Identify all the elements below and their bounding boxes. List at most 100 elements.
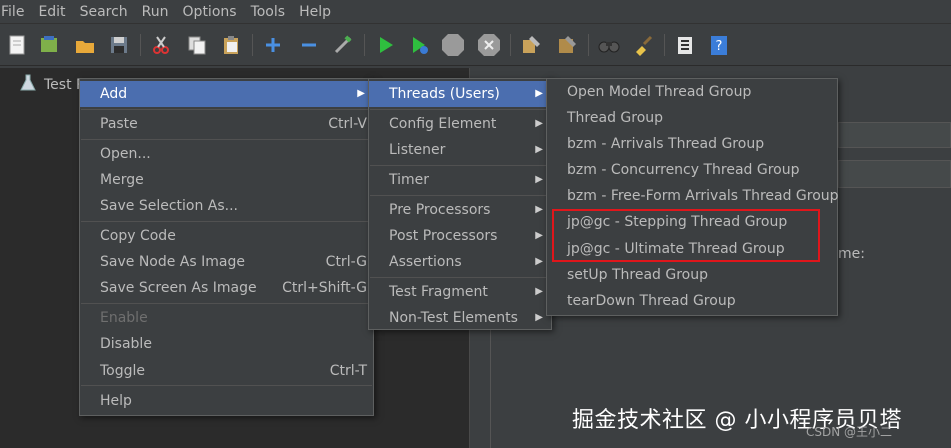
- menu-item-pre-processors[interactable]: Pre Processors ▶: [369, 197, 551, 223]
- menu-item-label: Config Element: [389, 116, 497, 132]
- menu-item-disable[interactable]: Disable: [80, 331, 373, 357]
- menu-item-label: Copy Code: [100, 228, 176, 244]
- menu-item-label: Paste: [100, 116, 138, 132]
- menu-item-label: Pre Processors: [389, 202, 491, 218]
- paste-icon[interactable]: [218, 32, 244, 58]
- menu-tools[interactable]: Tools: [244, 0, 293, 24]
- menu-item-enable: Enable: [80, 305, 373, 331]
- menu-search[interactable]: Search: [73, 0, 135, 24]
- search-binoculars-icon[interactable]: [596, 32, 622, 58]
- templates-icon[interactable]: [36, 32, 62, 58]
- help-icon[interactable]: ?: [706, 32, 732, 58]
- submenu-arrow-icon: ▶: [535, 174, 543, 185]
- menu-item-threads-users[interactable]: Threads (Users) ▶: [369, 81, 551, 107]
- menu-item-label: Test Fragment: [389, 284, 488, 300]
- menu-item-merge[interactable]: Merge: [80, 167, 373, 193]
- clear-icon[interactable]: [518, 32, 544, 58]
- menu-item-thread-group[interactable]: Thread Group: [547, 105, 837, 131]
- clear-all-icon[interactable]: [554, 32, 580, 58]
- menu-item-timer[interactable]: Timer ▶: [369, 167, 551, 193]
- menu-item-label: Save Node As Image: [100, 254, 245, 270]
- annotation-highlight-box: [552, 209, 820, 262]
- menu-item-teardown-thread-group[interactable]: tearDown Thread Group: [547, 288, 837, 314]
- submenu-arrow-icon: ▶: [357, 88, 365, 99]
- svg-text:?: ?: [716, 39, 723, 54]
- menu-item-assertions[interactable]: Assertions ▶: [369, 249, 551, 275]
- copy-icon[interactable]: [184, 32, 210, 58]
- menu-item-label: Post Processors: [389, 228, 498, 244]
- menu-item-bzm-arrivals[interactable]: bzm - Arrivals Thread Group: [547, 131, 837, 157]
- stop-icon[interactable]: [440, 32, 466, 58]
- menu-item-setup-thread-group[interactable]: setUp Thread Group: [547, 262, 837, 288]
- menu-item-open[interactable]: Open...: [80, 141, 373, 167]
- add-submenu: Threads (Users) ▶ Config Element ▶ Liste…: [368, 78, 552, 330]
- menu-item-label: bzm - Concurrency Thread Group: [567, 162, 800, 178]
- menu-item-open-model-thread-group[interactable]: Open Model Thread Group: [547, 79, 837, 105]
- menu-item-label: Enable: [100, 310, 148, 326]
- cut-icon[interactable]: [148, 32, 174, 58]
- menu-item-config-element[interactable]: Config Element ▶: [369, 111, 551, 137]
- reset-search-icon[interactable]: [630, 32, 656, 58]
- menu-options[interactable]: Options: [176, 0, 244, 24]
- expand-icon[interactable]: [260, 32, 286, 58]
- editor-label: me:: [838, 246, 865, 262]
- menu-item-add[interactable]: Add ▶: [80, 81, 373, 107]
- menu-item-label: setUp Thread Group: [567, 267, 709, 283]
- accelerator: Ctrl-V: [328, 116, 367, 132]
- shutdown-icon[interactable]: [476, 32, 502, 58]
- menu-help[interactable]: Help: [292, 0, 338, 24]
- menu-edit[interactable]: Edit: [31, 0, 72, 24]
- menu-item-label: Open Model Thread Group: [567, 84, 752, 100]
- submenu-arrow-icon: ▶: [535, 204, 543, 215]
- menu-item-label: Timer: [389, 172, 430, 188]
- menu-item-label: Non-Test Elements: [389, 310, 518, 326]
- start-icon[interactable]: [372, 32, 398, 58]
- menu-item-listener[interactable]: Listener ▶: [369, 137, 551, 163]
- editor-field[interactable]: [838, 122, 951, 148]
- menu-run[interactable]: Run: [135, 0, 176, 24]
- menu-item-label: Open...: [100, 146, 151, 162]
- start-no-pauses-icon[interactable]: [406, 32, 432, 58]
- menu-item-label: Add: [100, 86, 128, 102]
- editor-field[interactable]: [838, 160, 951, 188]
- accelerator: Ctrl-G: [325, 254, 367, 270]
- watermark-subtext: CSDN @王小二: [806, 425, 893, 439]
- menu-item-post-processors[interactable]: Post Processors ▶: [369, 223, 551, 249]
- flask-icon: [20, 74, 36, 96]
- menu-file[interactable]: File: [0, 0, 31, 24]
- menu-bar: File Edit Search Run Options Tools Help: [0, 0, 951, 24]
- menu-item-bzm-free-form[interactable]: bzm - Free-Form Arrivals Thread Group: [547, 183, 839, 209]
- menu-item-label: Help: [100, 393, 132, 409]
- open-folder-icon[interactable]: [72, 32, 98, 58]
- accelerator: Ctrl-T: [329, 363, 367, 379]
- menu-item-save-node-image[interactable]: Save Node As Image Ctrl-G: [80, 249, 373, 275]
- submenu-arrow-icon: ▶: [535, 256, 543, 267]
- menu-item-label: Save Screen As Image: [100, 280, 257, 296]
- menu-item-bzm-concurrency[interactable]: bzm - Concurrency Thread Group: [547, 157, 837, 183]
- toolbar: ?: [0, 26, 951, 66]
- save-icon[interactable]: [106, 32, 132, 58]
- submenu-arrow-icon: ▶: [535, 118, 543, 129]
- menu-item-save-screen-image[interactable]: Save Screen As Image Ctrl+Shift-G: [80, 275, 373, 301]
- menu-item-paste[interactable]: Paste Ctrl-V: [80, 111, 373, 137]
- menu-item-copy-code[interactable]: Copy Code: [80, 223, 373, 249]
- menu-item-label: Disable: [100, 336, 152, 352]
- menu-item-label: Listener: [389, 142, 446, 158]
- menu-item-label: tearDown Thread Group: [567, 293, 736, 309]
- menu-item-label: Merge: [100, 172, 144, 188]
- menu-item-save-selection[interactable]: Save Selection As...: [80, 193, 373, 219]
- menu-item-test-fragment[interactable]: Test Fragment ▶: [369, 279, 551, 305]
- menu-item-help[interactable]: Help: [80, 388, 373, 414]
- menu-item-label: Threads (Users): [389, 86, 500, 102]
- new-file-icon[interactable]: [4, 32, 30, 58]
- accelerator: Ctrl+Shift-G: [282, 280, 367, 296]
- function-helper-icon[interactable]: [672, 32, 698, 58]
- toggle-icon[interactable]: [330, 32, 356, 58]
- context-menu: Add ▶ Paste Ctrl-V Open... Merge Save Se…: [79, 78, 374, 416]
- menu-item-non-test-elements[interactable]: Non-Test Elements ▶: [369, 305, 551, 331]
- collapse-icon[interactable]: [296, 32, 322, 58]
- menu-item-label: Assertions: [389, 254, 462, 270]
- menu-item-label: Toggle: [100, 363, 146, 379]
- menu-item-label: bzm - Free-Form Arrivals Thread Group: [567, 188, 839, 204]
- menu-item-toggle[interactable]: Toggle Ctrl-T: [80, 358, 373, 384]
